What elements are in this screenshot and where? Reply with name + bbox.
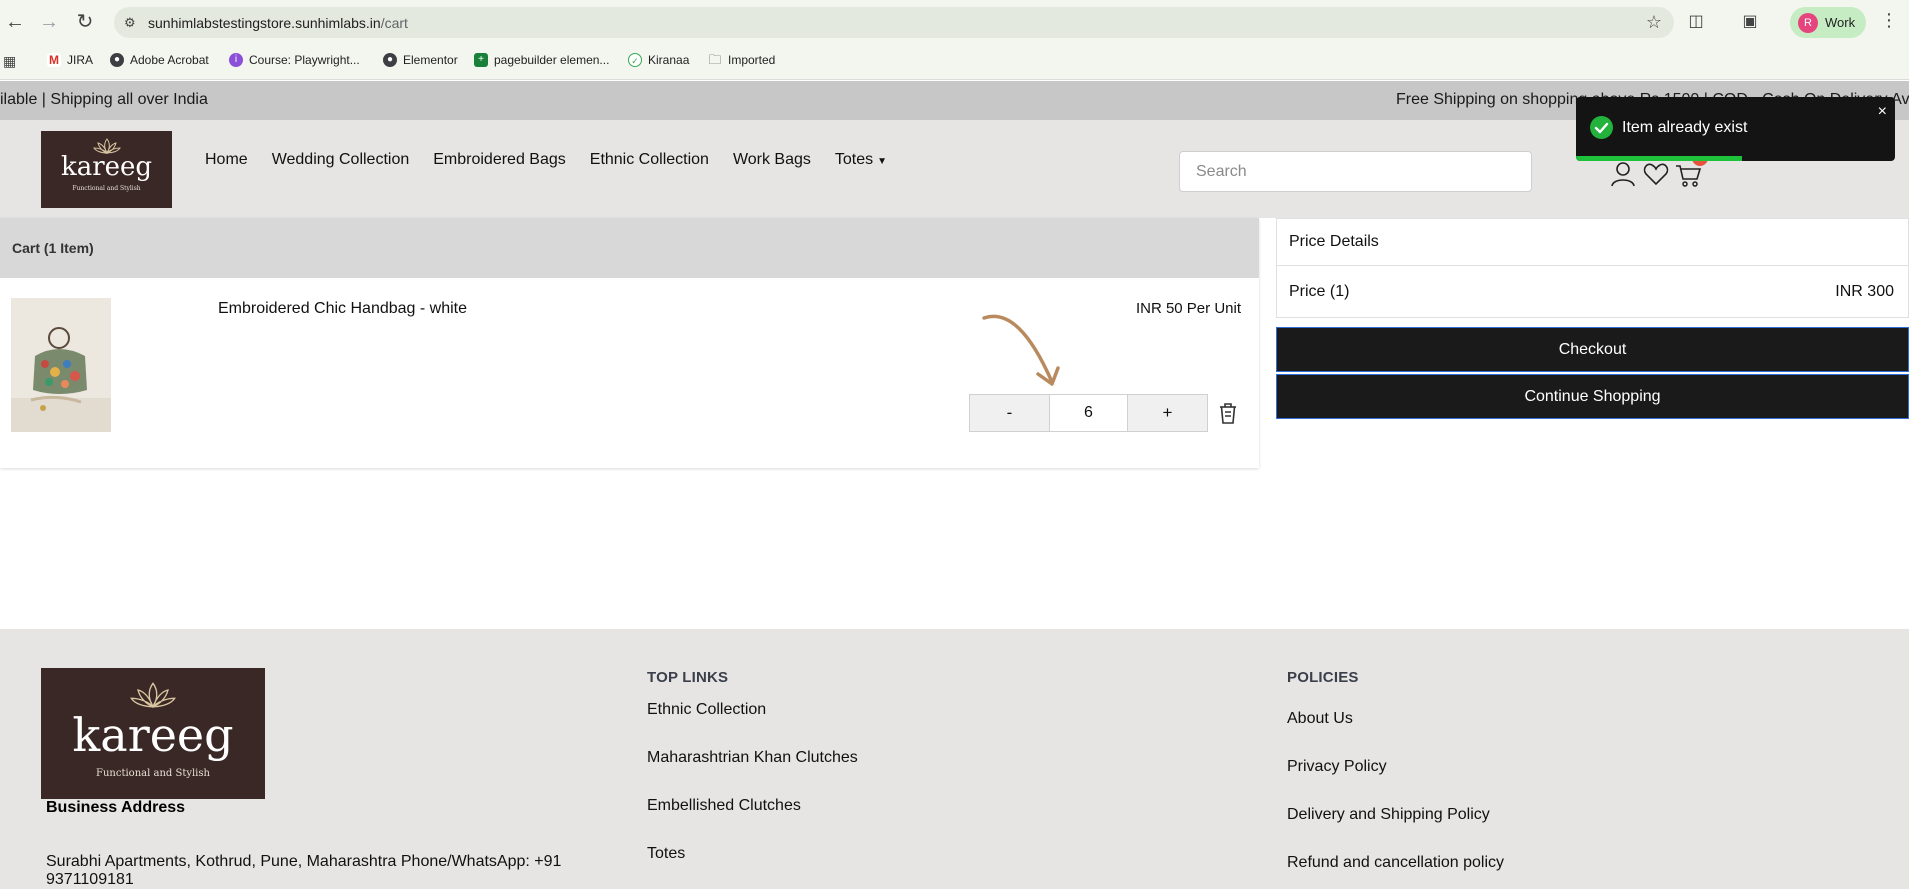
quantity-stepper: - +: [969, 394, 1208, 432]
extensions-icon[interactable]: ◫: [1685, 11, 1707, 33]
footer-link-delivery-shipping[interactable]: Delivery and Shipping Policy: [1287, 806, 1490, 824]
menu-totes[interactable]: Totes ▼: [835, 151, 887, 169]
url-host: sunhimlabstestingstore.sunhimlabs.in: [148, 15, 381, 31]
menu-work-bags[interactable]: Work Bags: [733, 151, 811, 169]
toast-notification: Item already exist ×: [1576, 97, 1895, 161]
continue-shopping-button[interactable]: Continue Shopping: [1276, 374, 1909, 419]
course-icon: i: [229, 53, 243, 67]
price-label: Price (1): [1289, 283, 1350, 300]
footer-logo[interactable]: kareeg Functional and Stylish: [41, 668, 265, 799]
gmail-icon: M: [47, 53, 61, 67]
toast-close-icon[interactable]: ×: [1878, 103, 1887, 121]
apps-grid-icon[interactable]: ▦: [3, 53, 16, 70]
globe-icon: ●: [383, 53, 397, 67]
address-bar[interactable]: ⚙ sunhimlabstestingstore.sunhimlabs.in/c…: [114, 7, 1674, 38]
policies-heading: POLICIES: [1287, 669, 1359, 686]
bookmark-label: pagebuilder elemen...: [494, 53, 610, 67]
footer-logo-tagline: Functional and Stylish: [96, 768, 210, 779]
footer-link-about-us[interactable]: About Us: [1287, 710, 1353, 728]
footer-link-ethnic-collection[interactable]: Ethnic Collection: [647, 701, 766, 719]
checkout-button[interactable]: Checkout: [1276, 327, 1909, 372]
wishlist-heart-icon[interactable]: [1643, 160, 1671, 188]
user-account-icon[interactable]: [1610, 160, 1638, 188]
product-image[interactable]: [11, 298, 111, 432]
footer-link-refund-cancellation[interactable]: Refund and cancellation policy: [1287, 854, 1504, 872]
success-check-icon: [1590, 116, 1613, 139]
bookmark-elementor[interactable]: ● Elementor: [383, 53, 458, 67]
logo-tagline: Functional and Stylish: [72, 185, 141, 192]
cart-header: Cart (1 Item): [0, 218, 1259, 278]
profile-avatar: R: [1798, 13, 1818, 33]
cart-panel: Cart (1 Item) Embroidered Chic Handbag -…: [0, 218, 1259, 468]
bookmark-imported[interactable]: 🗀 Imported: [708, 52, 776, 68]
menu-totes-label: Totes: [834, 151, 874, 168]
toast-progress-bar: [1576, 156, 1742, 161]
bookmark-adobe-acrobat[interactable]: ● Adobe Acrobat: [110, 53, 209, 67]
announcement-left-text: ilable | Shipping all over India: [0, 91, 208, 108]
business-address-title: Business Address: [46, 799, 186, 816]
check-circle-icon: ✓: [628, 53, 642, 67]
site-footer: kareeg Functional and Stylish Business A…: [0, 629, 1909, 889]
quantity-input[interactable]: [1049, 395, 1128, 431]
search-input[interactable]: [1180, 152, 1531, 191]
delete-trash-icon[interactable]: [1217, 401, 1239, 425]
url-text[interactable]: sunhimlabstestingstore.sunhimlabs.in/car…: [148, 15, 408, 31]
top-links-heading: TOP LINKS: [647, 669, 729, 686]
back-arrow-icon[interactable]: ←: [3, 10, 27, 34]
profile-button[interactable]: R Work: [1790, 7, 1866, 38]
bookmark-label: Elementor: [403, 53, 458, 67]
price-value: INR 300: [1835, 283, 1894, 300]
globe-icon: ●: [110, 53, 124, 67]
menu-embroidered-bags[interactable]: Embroidered Bags: [433, 151, 566, 169]
menu-ethnic-collection[interactable]: Ethnic Collection: [590, 151, 709, 169]
footer-logo-word: kareeg: [72, 708, 234, 762]
search-box[interactable]: [1179, 151, 1532, 192]
url-path: /cart: [380, 15, 408, 31]
bookmark-label: JIRA: [67, 53, 94, 67]
folder-icon: 🗀: [708, 52, 722, 67]
footer-link-embellished-clutches[interactable]: Embellished Clutches: [647, 797, 801, 815]
reload-icon[interactable]: ↻: [73, 10, 97, 34]
bookmark-star-icon[interactable]: ☆: [1646, 12, 1662, 33]
bookmark-label: Kiranaa: [648, 53, 690, 67]
footer-link-totes[interactable]: Totes: [647, 845, 685, 863]
main-menu: Home Wedding Collection Embroidered Bags…: [205, 151, 911, 169]
header-logo[interactable]: kareeg Functional and Stylish: [41, 131, 172, 208]
media-cast-icon[interactable]: ▣: [1739, 11, 1761, 33]
forward-arrow-icon[interactable]: →: [37, 10, 61, 34]
logo-word: kareeg: [60, 152, 153, 182]
business-address-text: Surabhi Apartments, Kothrud, Pune, Mahar…: [46, 853, 562, 888]
menu-home[interactable]: Home: [205, 151, 248, 169]
bookmark-jira[interactable]: M JIRA: [47, 53, 93, 67]
bookmark-kiranaa[interactable]: ✓ Kiranaa: [628, 53, 689, 67]
toast-message: Item already exist: [1622, 119, 1748, 136]
unit-price: INR 50 Per Unit: [1135, 300, 1241, 317]
price-details-title: Price Details: [1289, 233, 1379, 250]
browser-toolbar: ← → ↻ ⚙ sunhimlabstestingstore.sunhimlab…: [0, 0, 1909, 44]
bookmark-label: Imported: [728, 53, 776, 67]
profile-label: Work: [1825, 15, 1856, 30]
decrease-quantity-button[interactable]: -: [970, 395, 1049, 431]
lotus-icon: [41, 680, 265, 710]
bookmark-course-playwright[interactable]: i Course: Playwright...: [229, 53, 360, 67]
bookmarks-bar: ▦ M JIRA ● Adobe Acrobat i Course: Playw…: [0, 44, 1909, 80]
caret-down-icon: ▼: [877, 156, 888, 167]
sheets-icon: +: [474, 53, 488, 67]
product-name[interactable]: Embroidered Chic Handbag - white: [218, 300, 467, 318]
price-details-panel: Price Details Price (1) INR 300: [1276, 218, 1909, 318]
bookmark-pagebuilder[interactable]: + pagebuilder elemen...: [474, 53, 609, 67]
cart-heading: Cart (1 Item): [12, 240, 94, 256]
browser-menu-icon[interactable]: ⋮: [1880, 10, 1898, 31]
bookmark-label: Adobe Acrobat: [130, 53, 209, 67]
site-settings-icon[interactable]: ⚙: [124, 15, 140, 31]
price-divider: [1277, 265, 1908, 266]
menu-wedding-collection[interactable]: Wedding Collection: [272, 151, 410, 169]
footer-link-khan-clutches[interactable]: Maharashtrian Khan Clutches: [647, 749, 858, 767]
bookmark-label: Course: Playwright...: [249, 53, 360, 67]
increase-quantity-button[interactable]: +: [1128, 395, 1207, 431]
footer-link-privacy-policy[interactable]: Privacy Policy: [1287, 758, 1387, 776]
